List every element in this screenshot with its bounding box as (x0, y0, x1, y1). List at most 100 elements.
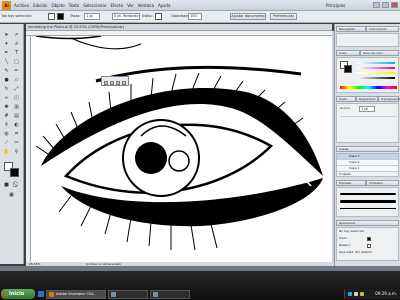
menu-archivo[interactable]: Archivo (14, 3, 29, 8)
tab-gradient[interactable]: Degradado (356, 96, 378, 102)
live-paint-tool-icon[interactable]: ◍ (3, 131, 10, 138)
appearance-fill-row[interactable]: Relleno: (337, 243, 351, 248)
float-tool-icon[interactable] (104, 81, 108, 85)
line-tool-icon[interactable]: ╲ (3, 59, 10, 66)
menu-texto[interactable]: Texto (69, 3, 80, 8)
blend-tool-icon[interactable]: ◐ (13, 122, 20, 129)
document-tab[interactable]: recreating the Photo.ai @ 25.53% (CMYK/P… (26, 24, 332, 31)
rotate-tool-icon[interactable]: ↻ (3, 86, 10, 93)
stroke-weight-field[interactable]: 1 pt (84, 13, 100, 20)
slice-tool-icon[interactable]: ⟋ (3, 140, 10, 147)
paintbrush-tool-icon[interactable]: ✎ (3, 68, 10, 75)
stroke-weight-label: Grosor: (340, 106, 351, 110)
taskbar-item-label: Adobe Illustrator CS4... (56, 292, 97, 296)
brush-profile-select[interactable]: 5 pt. Redondo (112, 13, 140, 20)
none-mode-icon[interactable]: ⃠ (13, 182, 20, 189)
warp-tool-icon[interactable]: ≈ (3, 95, 10, 102)
start-button[interactable]: Inicio (1, 289, 35, 299)
tab-informacion[interactable]: Información (366, 26, 399, 32)
rectangle-tool-icon[interactable]: □ (13, 59, 20, 66)
stroke-swatch[interactable] (57, 13, 64, 20)
tab-layers[interactable]: Capas (336, 146, 399, 152)
symbol-sprayer-tool-icon[interactable]: ✺ (3, 104, 10, 111)
menu-ventana[interactable]: Ventana (138, 3, 154, 8)
hand-tool-icon[interactable]: ✋ (3, 149, 10, 156)
quick-launch-icon[interactable] (38, 291, 44, 297)
scissors-tool-icon[interactable]: ✂ (13, 140, 20, 147)
tray-app-icon[interactable] (360, 292, 364, 296)
windows-logo-icon (3, 291, 8, 296)
appearance-fill-swatch[interactable] (367, 244, 371, 248)
scale-tool-icon[interactable]: ⤢ (13, 86, 20, 93)
minimize-button[interactable] (373, 2, 380, 8)
stroke-weight-input[interactable]: 1 pt (359, 106, 375, 112)
maximize-button[interactable] (382, 2, 389, 8)
color-spectrum-bar[interactable] (340, 86, 397, 89)
color-mode-icon[interactable]: ■ (3, 182, 10, 189)
float-tool-icon[interactable] (122, 81, 126, 85)
tab-symbols[interactable]: Símbolos (366, 180, 399, 186)
volume-icon[interactable] (354, 292, 358, 296)
taskbar-item-illustrator[interactable]: Adobe Illustrator CS4... (46, 290, 106, 299)
lasso-tool-icon[interactable]: ∂ (13, 41, 20, 48)
menu-edicion[interactable]: Edición (33, 3, 47, 8)
menu-seleccionar[interactable]: Seleccionar (83, 3, 106, 8)
m-slider[interactable] (357, 67, 395, 69)
taskbar-item[interactable] (108, 290, 148, 299)
tab-color[interactable]: Color (336, 50, 360, 56)
tab-color-guide[interactable]: Guía de color (360, 50, 399, 56)
selection-tool-icon[interactable]: ➤ (3, 32, 10, 39)
tab-stroke[interactable]: Trazo (336, 96, 356, 102)
opacity-field[interactable]: 100 (188, 13, 202, 20)
tab-navegador[interactable]: Navegador (336, 26, 366, 32)
menu-ver[interactable]: Ver (127, 3, 134, 8)
appearance-stroke-row[interactable]: Trazo: (337, 236, 348, 241)
brush-stroke-preview[interactable] (340, 193, 396, 195)
k-slider[interactable] (357, 77, 395, 79)
tab-appearance[interactable]: Apariencia (336, 220, 399, 226)
graph-tool-icon[interactable]: ▥ (13, 104, 20, 111)
clock[interactable]: 09:29 a.m. (375, 289, 397, 299)
system-tray: 09:29 a.m. (344, 289, 400, 299)
crop-tool-icon[interactable]: ⌗ (13, 131, 20, 138)
c-slider[interactable] (357, 62, 395, 64)
appearance-opacity-row[interactable]: Opacidad: Por defecto (337, 250, 372, 255)
close-button[interactable] (391, 2, 398, 8)
pen-tool-icon[interactable]: ✒ (3, 50, 10, 57)
float-tool-icon[interactable] (110, 81, 114, 85)
pencil-tool-icon[interactable]: ✏ (13, 68, 20, 75)
float-tool-icon[interactable] (116, 81, 120, 85)
workspace-switcher[interactable]: Principios (326, 3, 345, 8)
style-swatch[interactable] (155, 13, 162, 20)
y-slider[interactable] (357, 72, 395, 74)
brush-stroke-preview[interactable] (340, 200, 396, 203)
network-icon[interactable] (348, 292, 352, 296)
direct-selection-tool-icon[interactable]: ⇗ (13, 32, 20, 39)
brush-stroke-preview[interactable] (340, 208, 396, 209)
type-tool-icon[interactable]: T (13, 50, 20, 57)
eyedropper-tool-icon[interactable]: ⚲ (3, 122, 10, 129)
tab-transparency[interactable]: Transparencia (378, 96, 400, 102)
floating-tool-panel[interactable] (101, 76, 129, 86)
taskbar-item[interactable] (150, 290, 190, 299)
gradient-tool-icon[interactable]: ▤ (13, 113, 20, 120)
magic-wand-tool-icon[interactable]: ✦ (3, 41, 10, 48)
preferences-button[interactable]: Preferencias (270, 13, 297, 20)
menu-items: Archivo Edición Objeto Texto Seleccionar… (14, 3, 170, 8)
free-transform-tool-icon[interactable]: ◰ (13, 95, 20, 102)
color-stroke-swatch[interactable] (344, 65, 352, 73)
tab-brushes[interactable]: Pinceles (336, 180, 366, 186)
fill-swatch[interactable] (48, 13, 55, 20)
blob-brush-tool-icon[interactable]: ● (3, 77, 10, 84)
screen-mode-icon[interactable]: ▣ (8, 192, 15, 199)
zoom-tool-icon[interactable]: ⚲ (13, 149, 20, 156)
artboard-canvas[interactable] (31, 36, 332, 262)
menu-ayuda[interactable]: Ayuda (158, 3, 170, 8)
eraser-tool-icon[interactable]: ▱ (13, 77, 20, 84)
menu-efecto[interactable]: Efecto (110, 3, 123, 8)
appearance-stroke-swatch[interactable] (367, 237, 371, 241)
stroke-color-box[interactable] (10, 168, 19, 177)
menu-objeto[interactable]: Objeto (51, 3, 64, 8)
document-setup-button[interactable]: Ajustar documento (230, 13, 266, 20)
mesh-tool-icon[interactable]: # (3, 113, 10, 120)
